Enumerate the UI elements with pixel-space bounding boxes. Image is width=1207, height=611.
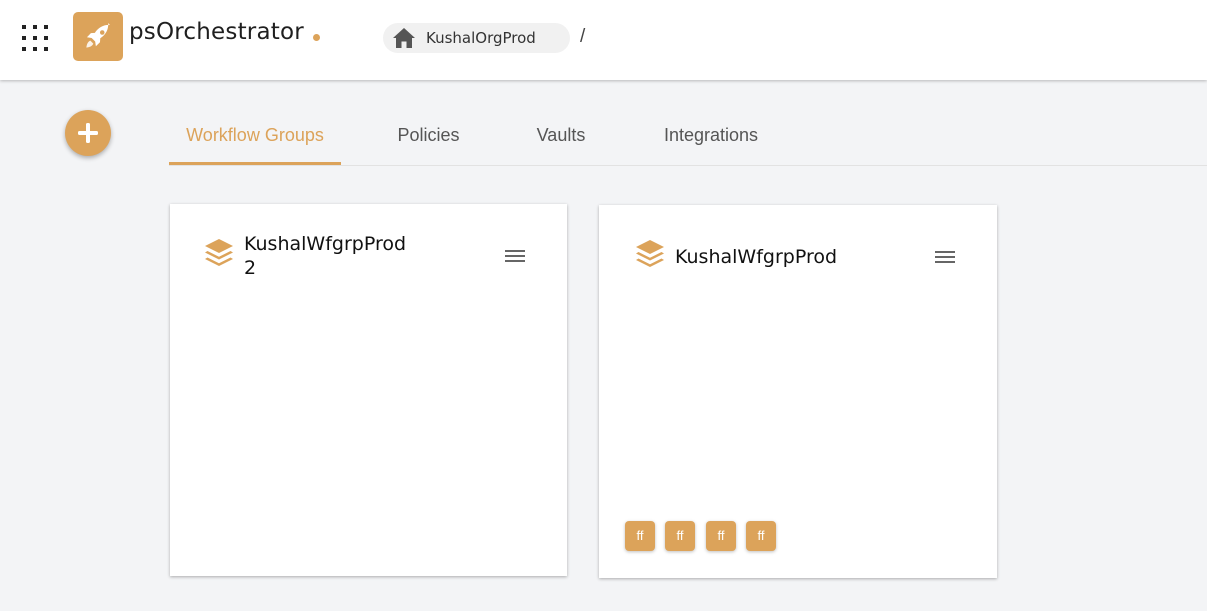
tab-bar: Workflow Groups Policies Vaults Integrat… [169,110,1207,166]
add-button[interactable] [65,110,111,156]
app-name: psOrchestrator [129,19,304,45]
home-icon [393,28,415,48]
tag-chip[interactable]: ff [625,521,655,551]
card-menu-icon[interactable] [505,248,525,264]
workflow-group-card[interactable]: KushalWfgrpProd 2 [170,204,567,576]
breadcrumb-separator: / [580,26,586,47]
top-app-bar: psOrchestrator KushalOrgProd / [0,0,1207,80]
rocket-icon [86,22,111,48]
logo-dot [313,34,320,41]
plus-icon [78,123,98,143]
layers-icon [636,240,664,267]
app-logo[interactable] [73,12,123,61]
tab-vaults[interactable]: Vaults [521,110,601,165]
apps-grid-icon[interactable] [22,25,49,52]
tab-workflow-groups[interactable]: Workflow Groups [169,110,341,165]
card-menu-icon[interactable] [935,249,955,265]
breadcrumb-org-chip[interactable]: KushalOrgProd [383,23,570,53]
breadcrumb-org-label: KushalOrgProd [426,29,536,47]
tab-policies[interactable]: Policies [381,110,476,165]
tab-integrations[interactable]: Integrations [647,110,775,165]
workflow-group-card[interactable]: KushalWfgrpProd [599,205,997,578]
tag-chip[interactable]: ff [706,521,736,551]
layers-icon [205,239,233,266]
tag-chip[interactable]: ff [746,521,776,551]
card-title[interactable]: KushalWfgrpProd [675,245,837,269]
tag-chip[interactable]: ff [665,521,695,551]
card-title[interactable]: KushalWfgrpProd 2 [244,232,406,280]
card-title-line1: KushalWfgrpProd [244,233,407,255]
card-title-line2: 2 [244,257,257,279]
